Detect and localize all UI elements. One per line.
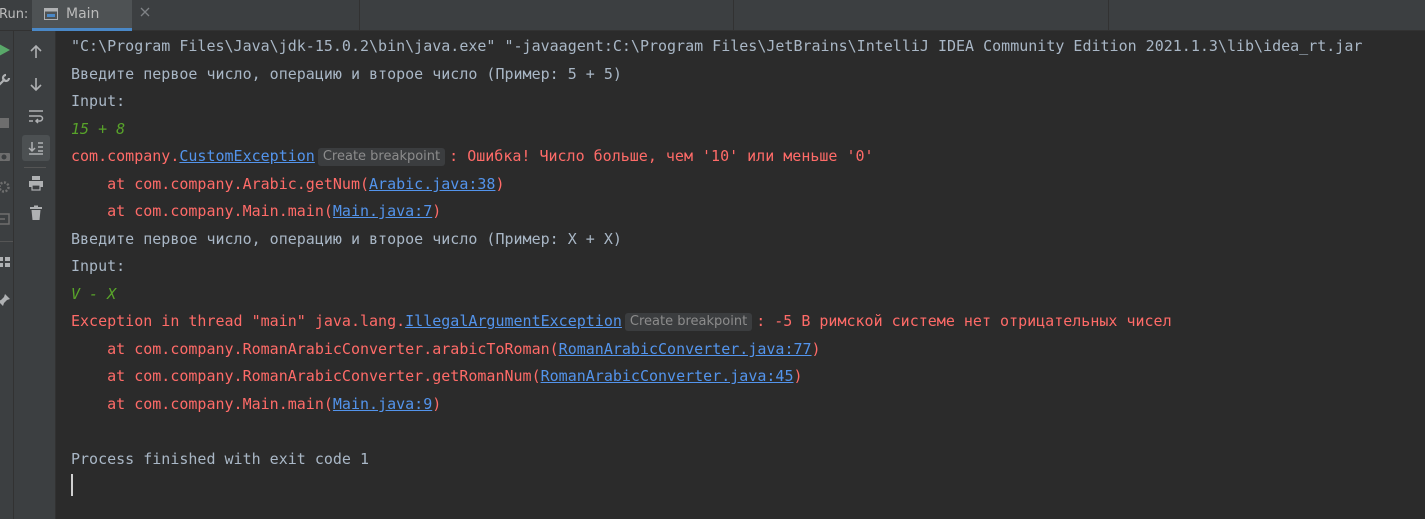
- tabbar-divider: [733, 0, 734, 31]
- stdout-text: Введите первое число, операцию и второе …: [71, 230, 622, 248]
- stack-frame-text: at com.company.RomanArabicConverter.getR…: [71, 367, 541, 385]
- console-line: V - X: [71, 283, 116, 305]
- stderr-text: Exception in thread "main" java.lang.: [71, 312, 406, 330]
- console-output[interactable]: "C:\Program Files\Java\jdk-15.0.2\bin\ja…: [56, 31, 1425, 519]
- soft-wrap-button[interactable]: [22, 103, 50, 129]
- stack-frame-text: ): [811, 340, 821, 358]
- stdout-text: Input:: [71, 92, 126, 110]
- trash-icon: [30, 205, 42, 220]
- console-line: Process finished with exit code 1: [71, 448, 369, 470]
- print-icon: [29, 176, 43, 191]
- print-button[interactable]: [22, 170, 50, 196]
- console-line: Введите первое число, операцию и второе …: [71, 228, 622, 250]
- process-exit-text: Process finished with exit code 1: [71, 450, 370, 468]
- console-line: at com.company.RomanArabicConverter.arab…: [71, 338, 821, 360]
- wrench-icon[interactable]: [0, 72, 12, 88]
- camera-icon[interactable]: [0, 148, 12, 164]
- toolbar-divider: [24, 167, 46, 168]
- console-line: com.company.CustomException Create breakp…: [71, 145, 874, 167]
- down-arrow-icon: [30, 78, 42, 92]
- stack-frame-text: at com.company.RomanArabicConverter.arab…: [71, 340, 559, 358]
- console-line: at com.company.Main.main(Main.java:7): [71, 200, 441, 222]
- run-icon[interactable]: [0, 42, 12, 58]
- console-line: at com.company.Main.main(Main.java:9): [71, 393, 441, 415]
- up-stack-trace-button[interactable]: [22, 39, 50, 65]
- console-line: Input:: [71, 255, 125, 277]
- stack-frame-text: ): [793, 367, 803, 385]
- console-line: Введите первое число, операцию и второе …: [71, 63, 622, 85]
- tab-main-label: Main: [66, 6, 100, 22]
- tabbar-divider: [1108, 0, 1109, 31]
- create-breakpoint-hint[interactable]: Create breakpoint: [624, 313, 753, 331]
- stack-frame-text: ): [432, 202, 442, 220]
- user-input-text: 15 + 8: [71, 120, 126, 138]
- settings-icon[interactable]: [0, 179, 12, 195]
- console-line: Input:: [71, 90, 125, 112]
- console-line: 15 + 8: [71, 118, 125, 140]
- pin-icon[interactable]: [0, 292, 12, 308]
- strip-divider: [0, 241, 13, 242]
- stack-frame-text: at com.company.Main.main(: [71, 395, 333, 413]
- exit-icon[interactable]: [0, 211, 12, 227]
- layout-icon[interactable]: [0, 254, 12, 270]
- scroll-to-end-icon: [28, 142, 43, 155]
- stderr-text: com.company.: [71, 147, 180, 165]
- exception-class-link[interactable]: IllegalArgumentException: [405, 312, 622, 330]
- ide-run-window: Run: Main "C:\Program Files\Java\jdk-15.…: [0, 0, 1425, 519]
- stack-frame-text: ): [432, 395, 442, 413]
- source-file-link[interactable]: RomanArabicConverter.java:77: [559, 340, 812, 358]
- source-file-link[interactable]: RomanArabicConverter.java:45: [541, 367, 794, 385]
- console-window-icon: [44, 8, 58, 20]
- console-line: "C:\Program Files\Java\jdk-15.0.2\bin\ja…: [71, 35, 1362, 57]
- create-breakpoint-hint[interactable]: Create breakpoint: [317, 148, 446, 166]
- command-line: "C:\Program Files\Java\jdk-15.0.2\bin\ja…: [71, 37, 1363, 55]
- console-line: at com.company.RomanArabicConverter.getR…: [71, 365, 803, 387]
- run-tab-bar: Run: Main: [0, 0, 1425, 31]
- run-label: Run:: [0, 7, 29, 22]
- up-arrow-icon: [30, 44, 42, 58]
- console-toolbar: [14, 31, 56, 519]
- source-file-link[interactable]: Main.java:7: [333, 202, 432, 220]
- exception-class-link[interactable]: CustomException: [179, 147, 314, 165]
- tab-main[interactable]: Main: [32, 0, 150, 31]
- close-icon[interactable]: [139, 6, 151, 18]
- stack-frame-text: at com.company.Arabic.getNum(: [71, 175, 370, 193]
- stack-frame-text: at com.company.Main.main(: [71, 202, 333, 220]
- console-line: at com.company.Arabic.getNum(Arabic.java…: [71, 173, 504, 195]
- source-file-link[interactable]: Main.java:9: [333, 395, 432, 413]
- stdout-text: Input:: [71, 257, 126, 275]
- source-file-link[interactable]: Arabic.java:38: [369, 175, 495, 193]
- outer-tool-strip: [0, 31, 14, 519]
- text-caret: [71, 474, 73, 496]
- console-line: Exception in thread "main" java.lang.Ill…: [71, 310, 1172, 332]
- stack-frame-text: ): [495, 175, 505, 193]
- stdout-text: Введите первое число, операцию и второе …: [71, 65, 622, 83]
- user-input-text: V - X: [71, 285, 117, 303]
- stop-icon[interactable]: [0, 115, 12, 131]
- stderr-text: : -5 В римской системе нет отрицательных…: [756, 312, 1172, 330]
- down-stack-trace-button[interactable]: [22, 71, 50, 97]
- tabbar-divider: [359, 0, 360, 31]
- scroll-to-end-button[interactable]: [22, 135, 50, 161]
- clear-all-button[interactable]: [22, 200, 50, 226]
- soft-wrap-icon: [29, 110, 44, 124]
- stderr-text: : Ошибка! Число больше, чем '10' или мен…: [449, 147, 874, 165]
